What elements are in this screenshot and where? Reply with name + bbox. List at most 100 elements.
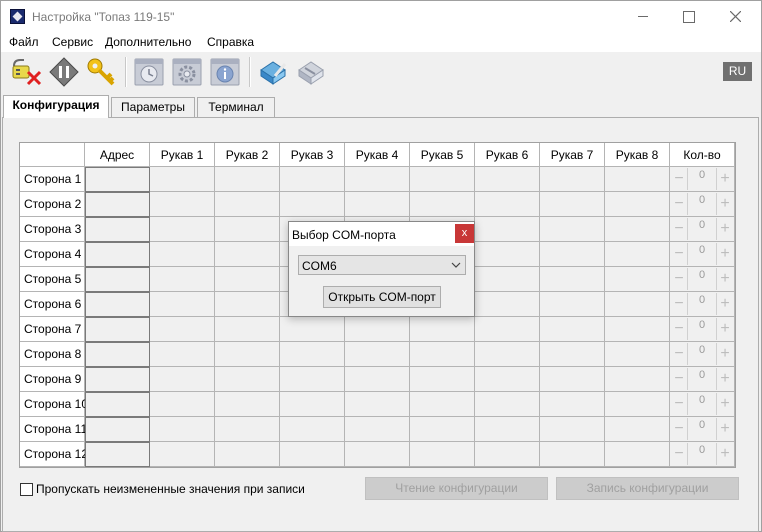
hose-cell[interactable] <box>540 242 605 267</box>
quantity-value[interactable]: 0 <box>687 268 717 290</box>
hose-cell[interactable] <box>345 417 410 442</box>
menu-file[interactable]: Файл <box>9 35 39 49</box>
hose-cell[interactable] <box>215 417 280 442</box>
hose-cell[interactable] <box>540 267 605 292</box>
menu-service[interactable]: Сервис <box>52 35 93 49</box>
quantity-stepper[interactable]: −0 + <box>670 367 735 392</box>
hose-cell[interactable] <box>410 192 475 217</box>
quantity-value[interactable]: 0 <box>687 443 717 465</box>
quantity-value[interactable]: 0 <box>687 168 717 190</box>
hose-cell[interactable] <box>540 392 605 417</box>
quantity-value[interactable]: 0 <box>687 243 717 265</box>
maximize-button[interactable] <box>666 1 712 32</box>
decrement-button[interactable]: − <box>671 319 687 339</box>
hose-cell[interactable] <box>540 417 605 442</box>
hose-cell[interactable] <box>215 267 280 292</box>
hose-cell[interactable] <box>280 342 345 367</box>
hose-cell[interactable] <box>605 192 670 217</box>
hose-cell[interactable] <box>540 342 605 367</box>
clock-icon[interactable] <box>133 56 165 88</box>
quantity-value[interactable]: 0 <box>687 293 717 315</box>
hose-cell[interactable] <box>410 442 475 467</box>
hose-cell[interactable] <box>215 367 280 392</box>
connect-icon[interactable] <box>48 56 80 88</box>
hose-cell[interactable] <box>475 417 540 442</box>
address-cell[interactable] <box>85 167 150 192</box>
hose-cell[interactable] <box>605 242 670 267</box>
hose-cell[interactable] <box>475 217 540 242</box>
hose-cell[interactable] <box>605 417 670 442</box>
hose-cell[interactable] <box>150 317 215 342</box>
write-configuration-button[interactable]: Запись конфигурации <box>556 477 739 500</box>
hose-cell[interactable] <box>540 442 605 467</box>
address-cell[interactable] <box>85 292 150 317</box>
hose-cell[interactable] <box>150 292 215 317</box>
hose-cell[interactable] <box>475 242 540 267</box>
hose-cell[interactable] <box>540 317 605 342</box>
hose-cell[interactable] <box>150 442 215 467</box>
read-device-icon[interactable] <box>295 56 327 88</box>
write-device-icon[interactable] <box>257 56 289 88</box>
hose-cell[interactable] <box>215 192 280 217</box>
decrement-button[interactable]: − <box>671 419 687 439</box>
quantity-value[interactable]: 0 <box>687 218 717 240</box>
quantity-value[interactable]: 0 <box>687 393 717 415</box>
increment-button[interactable]: + <box>717 444 733 464</box>
hose-cell[interactable] <box>280 367 345 392</box>
quantity-stepper[interactable]: −0 + <box>670 292 735 317</box>
hose-cell[interactable] <box>215 442 280 467</box>
hose-cell[interactable] <box>475 192 540 217</box>
address-cell[interactable] <box>85 417 150 442</box>
increment-button[interactable]: + <box>717 369 733 389</box>
gear-icon[interactable] <box>171 56 203 88</box>
increment-button[interactable]: + <box>717 219 733 239</box>
hose-cell[interactable] <box>150 267 215 292</box>
hose-cell[interactable] <box>345 317 410 342</box>
hose-cell[interactable] <box>345 367 410 392</box>
hose-cell[interactable] <box>475 267 540 292</box>
decrement-button[interactable]: − <box>671 269 687 289</box>
hose-cell[interactable] <box>540 192 605 217</box>
info-icon[interactable] <box>209 56 241 88</box>
hose-cell[interactable] <box>475 167 540 192</box>
address-cell[interactable] <box>85 267 150 292</box>
quantity-stepper[interactable]: −0 + <box>670 342 735 367</box>
address-cell[interactable] <box>85 392 150 417</box>
decrement-button[interactable]: − <box>671 344 687 364</box>
disconnect-cable-icon[interactable] <box>10 56 42 88</box>
increment-button[interactable]: + <box>717 244 733 264</box>
hose-cell[interactable] <box>150 342 215 367</box>
hose-cell[interactable] <box>410 167 475 192</box>
hose-cell[interactable] <box>605 292 670 317</box>
hose-cell[interactable] <box>540 217 605 242</box>
hose-cell[interactable] <box>605 317 670 342</box>
hose-cell[interactable] <box>215 342 280 367</box>
read-configuration-button[interactable]: Чтение конфигурации <box>365 477 548 500</box>
hose-cell[interactable] <box>280 392 345 417</box>
hose-cell[interactable] <box>475 392 540 417</box>
quantity-stepper[interactable]: −0 + <box>670 217 735 242</box>
decrement-button[interactable]: − <box>671 194 687 214</box>
hose-cell[interactable] <box>605 367 670 392</box>
quantity-stepper[interactable]: −0 + <box>670 267 735 292</box>
hose-cell[interactable] <box>345 192 410 217</box>
hose-cell[interactable] <box>410 367 475 392</box>
hose-cell[interactable] <box>280 317 345 342</box>
address-cell[interactable] <box>85 217 150 242</box>
hose-cell[interactable] <box>280 167 345 192</box>
hose-cell[interactable] <box>605 267 670 292</box>
hose-cell[interactable] <box>150 167 215 192</box>
quantity-stepper[interactable]: −0 + <box>670 442 735 467</box>
tab-terminal[interactable]: Терминал <box>197 97 275 117</box>
quantity-value[interactable]: 0 <box>687 193 717 215</box>
hose-cell[interactable] <box>475 342 540 367</box>
minimize-button[interactable] <box>620 1 666 32</box>
increment-button[interactable]: + <box>717 294 733 314</box>
decrement-button[interactable]: − <box>671 294 687 314</box>
hose-cell[interactable] <box>150 417 215 442</box>
hose-cell[interactable] <box>540 167 605 192</box>
quantity-stepper[interactable]: −0 + <box>670 317 735 342</box>
hose-cell[interactable] <box>150 392 215 417</box>
hose-cell[interactable] <box>280 442 345 467</box>
hose-cell[interactable] <box>605 392 670 417</box>
